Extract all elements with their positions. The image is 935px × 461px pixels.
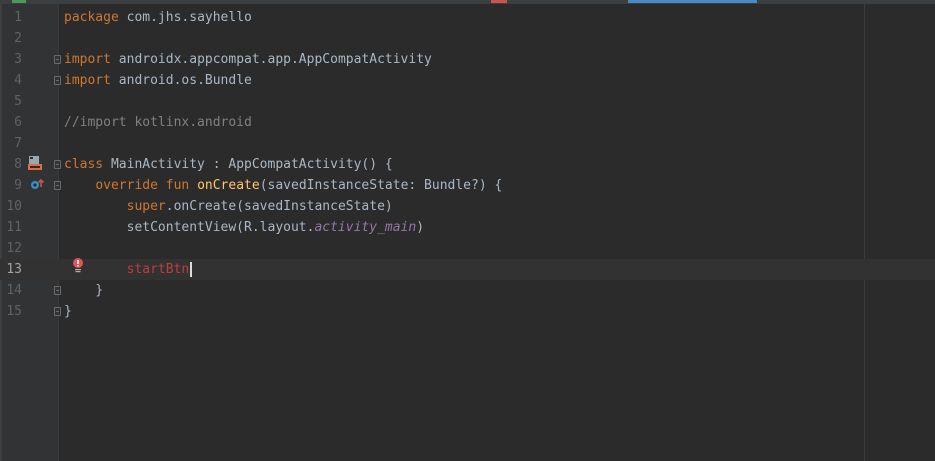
line-number: 1 (14, 10, 22, 25)
line-number: 6 (14, 115, 22, 130)
override-method-icon[interactable] (29, 177, 45, 193)
code-token: onCreate (197, 178, 260, 193)
unresolved-reference: startBtn (126, 262, 190, 277)
tab-icon-fragment[interactable] (12, 0, 26, 3)
line-number: 8 (14, 157, 22, 172)
line-number: 4 (14, 73, 22, 88)
fold-toggle-icon[interactable] (54, 286, 61, 295)
active-tab-indicator[interactable] (628, 0, 757, 3)
layout-file-icon[interactable] (27, 155, 43, 171)
code-line[interactable]: 4 import android.os.Bundle (0, 70, 935, 91)
code-text[interactable]: package com.jhs.sayhello (64, 7, 252, 28)
code-text[interactable]: super.onCreate(savedInstanceState) (64, 196, 393, 217)
code-token: super (126, 199, 166, 214)
code-token: .onCreate(savedInstanceState) (165, 199, 393, 214)
code-text[interactable]: setContentView(R.layout.activity_main) (64, 217, 424, 238)
code-line[interactable]: 13 startBtn (0, 259, 935, 280)
code-token: class (64, 157, 111, 172)
code-line[interactable]: 3 import androidx.appcompat.app.AppCompat… (0, 49, 935, 70)
code-line[interactable]: 9 override fun onCreate(savedInstanceSta… (0, 175, 935, 196)
code-text[interactable]: } (64, 301, 72, 322)
code-token: override fun (95, 178, 198, 193)
code-line[interactable]: 8 class MainActivity : AppCompatActivity(… (0, 154, 935, 175)
fold-toggle-icon[interactable] (54, 181, 61, 190)
fold-toggle-icon[interactable] (54, 160, 61, 169)
line-number: 10 (6, 199, 22, 214)
line-number: 12 (6, 241, 22, 256)
line-number: 2 (14, 31, 22, 46)
tab-icon-fragment[interactable] (491, 0, 507, 3)
code-token: } (64, 283, 104, 298)
line-number: 11 (6, 220, 22, 235)
code-line[interactable]: 10 super.onCreate(savedInstanceState) (0, 196, 935, 217)
code-text[interactable]: import android.os.Bundle (64, 70, 252, 91)
line-number: 9 (14, 178, 22, 193)
code-token: package (64, 10, 127, 25)
code-line[interactable]: 14 } (0, 280, 935, 301)
code-text[interactable]: class MainActivity : AppCompatActivity()… (64, 154, 393, 175)
line-number: 3 (14, 52, 22, 67)
code-token: activity_main (314, 220, 417, 235)
code-line[interactable]: 11 setContentView(R.layout.activity_main… (0, 217, 935, 238)
code-token: import (64, 52, 119, 67)
code-line[interactable]: 6 //import kotlinx.android (0, 112, 935, 133)
code-token: setContentView(R.layout. (64, 220, 315, 235)
code-token: import (64, 73, 119, 88)
fold-toggle-icon[interactable] (54, 76, 61, 85)
code-line[interactable]: 5 (0, 91, 935, 112)
line-number: 15 (6, 304, 22, 319)
error-bulb-icon[interactable] (70, 257, 86, 273)
line-number: 13 (6, 262, 22, 277)
code-token: com.jhs.sayhello (126, 10, 252, 25)
line-number: 7 (14, 136, 22, 151)
code-token: } (64, 304, 72, 319)
code-token: androidx.appcompat.app.AppCompatActivity (118, 52, 432, 67)
code-text[interactable]: } (64, 280, 103, 301)
fold-toggle-icon[interactable] (54, 55, 61, 64)
code-line[interactable]: 12 (0, 238, 935, 259)
editor-tab-strip[interactable] (0, 0, 935, 4)
code-line[interactable]: 7 (0, 133, 935, 154)
code-line[interactable]: 1 package com.jhs.sayhello (0, 7, 935, 28)
fold-toggle-icon[interactable] (54, 307, 61, 316)
text-caret (190, 262, 193, 277)
code-text[interactable]: //import kotlinx.android (64, 112, 252, 133)
code-token: (savedInstanceState: Bundle?) { (259, 178, 503, 193)
code-token: android.os.Bundle (118, 73, 252, 88)
code-token: ) (416, 220, 425, 235)
code-token: MainActivity : AppCompatActivity() { (110, 157, 393, 172)
code-text[interactable]: override fun onCreate(savedInstanceState… (64, 175, 502, 196)
code-token: //import kotlinx.android (64, 115, 252, 130)
line-number: 14 (6, 283, 22, 298)
code-line[interactable]: 2 (0, 28, 935, 49)
code-line[interactable]: 15} (0, 301, 935, 322)
line-number: 5 (14, 94, 22, 109)
code-text[interactable]: import androidx.appcompat.app.AppCompatA… (64, 49, 432, 70)
